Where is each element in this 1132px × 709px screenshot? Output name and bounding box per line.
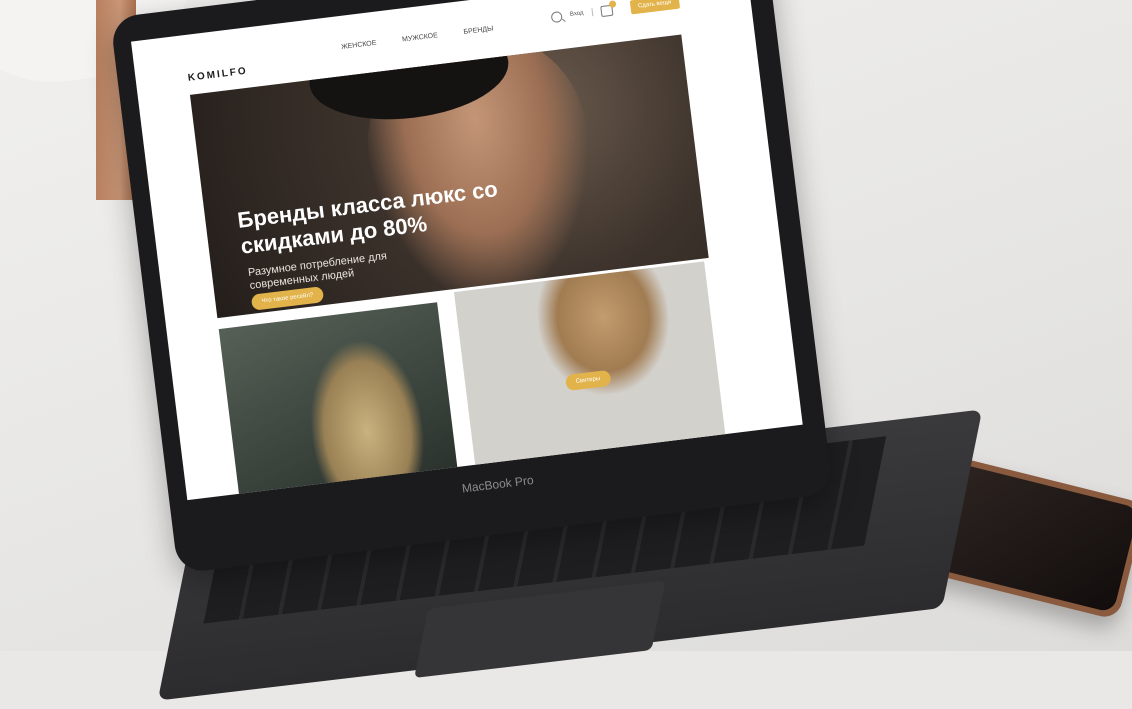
login-link[interactable]: Вход (570, 10, 584, 18)
laptop-screen: KOMILFO ЖЕНСКОЕ МУЖСКОЕ БРЕНДЫ Вход Сдат… (131, 0, 803, 501)
header-tools: Вход Сдать вещи (550, 0, 680, 24)
search-icon[interactable] (550, 10, 563, 23)
cart-badge (608, 0, 616, 8)
sell-button[interactable]: Сдать вещи (629, 0, 680, 15)
cart-icon[interactable] (599, 0, 616, 17)
nav-men[interactable]: МУЖСКОЕ (402, 32, 438, 43)
laptop-lid: KOMILFO ЖЕНСКОЕ МУЖСКОЕ БРЕНДЫ Вход Сдат… (110, 0, 834, 574)
site-logo[interactable]: KOMILFO (187, 66, 248, 84)
category-card-1[interactable] (218, 302, 458, 498)
trackpad (414, 580, 666, 679)
nav-women[interactable]: ЖЕНСКОЕ (341, 40, 377, 51)
divider (590, 8, 593, 17)
category-card-2[interactable]: Свитеры (453, 261, 727, 471)
card-1-image (301, 335, 430, 498)
main-nav: ЖЕНСКОЕ МУЖСКОЕ БРЕНДЫ (341, 25, 494, 51)
nav-brands[interactable]: БРЕНДЫ (463, 25, 494, 36)
